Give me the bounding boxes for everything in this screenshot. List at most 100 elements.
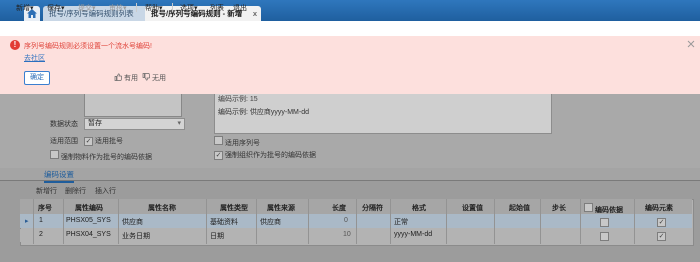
cell-source[interactable]: 供应商 xyxy=(260,217,281,227)
scope-label: 适用范围 xyxy=(50,138,78,145)
community-link[interactable]: 去社区 xyxy=(24,53,45,63)
basis-checkbox[interactable] xyxy=(600,232,609,243)
preview-field xyxy=(84,94,182,117)
tab-encoding-settings[interactable]: 编码设置 xyxy=(44,169,74,183)
cell-code[interactable]: PHSX04_SYS xyxy=(66,231,111,238)
delete-row-button[interactable]: 删除行 xyxy=(65,186,86,196)
col-header-source[interactable]: 属性来源 xyxy=(267,203,295,213)
useful-label: 有用 xyxy=(123,75,138,82)
col-header-step[interactable]: 步长 xyxy=(552,203,566,213)
col-header-length[interactable]: 长度 xyxy=(332,203,346,213)
force-org-option[interactable]: 强制组织作为批号的编码依据 xyxy=(214,150,316,160)
force-material-checkbox[interactable] xyxy=(50,150,59,159)
chevron-down-icon: ▾ xyxy=(159,5,163,12)
error-icon: ! xyxy=(10,40,20,50)
cell-length[interactable]: 10 xyxy=(343,231,351,238)
useless-button[interactable]: 无用 xyxy=(142,73,166,83)
grid-divider xyxy=(446,199,447,244)
force-org-checkbox[interactable] xyxy=(214,151,223,160)
cell-format[interactable]: 正常 xyxy=(394,217,408,227)
error-message: 序列号编码规则必须设置一个流水号编码! xyxy=(24,43,152,50)
thumbs-down-icon xyxy=(142,73,151,81)
apply-serial-checkbox[interactable] xyxy=(214,136,223,145)
grid-divider xyxy=(494,199,495,244)
chevron-down-icon: ▾ xyxy=(123,5,127,12)
confirm-button[interactable]: 确定 xyxy=(24,71,50,85)
grid-divider xyxy=(390,199,391,244)
basis-checkbox[interactable] xyxy=(600,218,609,229)
col-header-set-value[interactable]: 设置值 xyxy=(462,203,483,213)
toolbar-list[interactable]: 列表 xyxy=(210,3,224,13)
grid-divider xyxy=(308,199,309,244)
cell-seq[interactable]: 1 xyxy=(39,217,43,224)
toolbar-divider xyxy=(136,3,137,12)
cell-name[interactable]: 供应商 xyxy=(122,217,143,227)
section-tab-bar xyxy=(0,168,700,181)
toolbar-audit[interactable]: 审核▾ xyxy=(109,3,127,13)
element-checkbox[interactable] xyxy=(657,232,666,241)
status-label: 数据状态 xyxy=(50,121,78,128)
cell-format[interactable]: yyyy-MM-dd xyxy=(394,231,432,238)
grid-divider xyxy=(356,199,357,244)
col-header-type[interactable]: 属性类型 xyxy=(220,203,248,213)
toolbar-submit[interactable]: 提交▾ xyxy=(78,3,96,13)
encoding-example-partial: 编码示例: 15 xyxy=(218,96,258,103)
toolbar-exit[interactable]: 退出 xyxy=(233,3,247,13)
col-header-basis-label: 编码依据 xyxy=(594,207,623,214)
apply-serial-option[interactable]: 适用序列号 xyxy=(214,136,260,148)
force-org-label: 强制组织作为批号的编码依据 xyxy=(224,152,316,159)
basis-select-all-checkbox[interactable] xyxy=(584,203,593,212)
grid-divider xyxy=(63,199,64,244)
tab-close-icon[interactable]: x xyxy=(253,6,257,21)
col-header-separator[interactable]: 分隔符 xyxy=(362,203,383,213)
grid-divider xyxy=(256,199,257,244)
col-header-start[interactable]: 起始值 xyxy=(509,203,530,213)
apply-serial-label: 适用序列号 xyxy=(224,140,260,147)
main-toolbar xyxy=(0,21,700,37)
element-checkbox[interactable] xyxy=(657,218,666,227)
row-pointer-icon: ▸ xyxy=(25,218,29,225)
cell-type[interactable]: 基础资料 xyxy=(210,217,238,227)
grid-divider xyxy=(118,199,119,244)
grid-divider xyxy=(540,199,541,244)
chevron-down-icon: ▾ xyxy=(61,5,65,12)
cell-name[interactable]: 业务日期 xyxy=(122,231,150,241)
col-header-element[interactable]: 编码元素 xyxy=(645,203,673,213)
col-header-basis[interactable]: 编码依据 xyxy=(584,203,623,215)
col-header-format[interactable]: 格式 xyxy=(412,203,426,213)
chevron-down-icon: ▾ xyxy=(30,5,34,12)
toolbar-options[interactable]: 选项▾ xyxy=(180,3,198,13)
col-header-seq[interactable]: 序号 xyxy=(38,203,52,213)
apply-batch-label: 适用批号 xyxy=(94,138,123,145)
col-header-code[interactable]: 属性编码 xyxy=(75,203,103,213)
insert-row-button[interactable]: 插入行 xyxy=(95,186,116,196)
add-row-button[interactable]: 新增行 xyxy=(36,186,57,196)
useless-label: 无用 xyxy=(151,75,166,82)
encoding-example: 编码示例: 供应商yyyy-MM-dd xyxy=(218,109,309,116)
chevron-down-icon: ▾ xyxy=(92,5,96,12)
grid-divider xyxy=(580,199,581,244)
cell-type[interactable]: 日期 xyxy=(210,231,224,241)
status-select[interactable]: 暂存 ▾ xyxy=(84,118,185,130)
apply-batch-checkbox[interactable] xyxy=(84,137,93,146)
cell-seq[interactable]: 2 xyxy=(39,231,43,238)
chevron-down-icon: ▾ xyxy=(177,120,181,127)
close-icon[interactable] xyxy=(686,39,696,49)
chevron-down-icon: ▾ xyxy=(194,5,198,12)
toolbar-add[interactable]: 新增▾ xyxy=(16,3,34,13)
thumbs-up-icon xyxy=(114,73,123,81)
grid-footer xyxy=(0,246,700,262)
grid-divider xyxy=(634,199,635,244)
toolbar-save[interactable]: 保存▾ xyxy=(47,3,65,13)
useful-button[interactable]: 有用 xyxy=(114,73,138,83)
grid-divider xyxy=(206,199,207,244)
col-header-name[interactable]: 属性名称 xyxy=(148,203,176,213)
status-value: 暂存 xyxy=(88,120,102,127)
force-material-label: 强制物料作为批号的编码依据 xyxy=(60,154,152,161)
cell-length[interactable]: 0 xyxy=(344,217,348,224)
apply-batch-option[interactable]: 适用批号 xyxy=(84,136,123,146)
force-material-option[interactable]: 强制物料作为批号的编码依据 xyxy=(50,150,152,162)
toolbar-divider xyxy=(172,3,173,12)
cell-code[interactable]: PHSX05_SYS xyxy=(66,217,111,224)
toolbar-help[interactable]: 帮助▾ xyxy=(145,3,163,13)
